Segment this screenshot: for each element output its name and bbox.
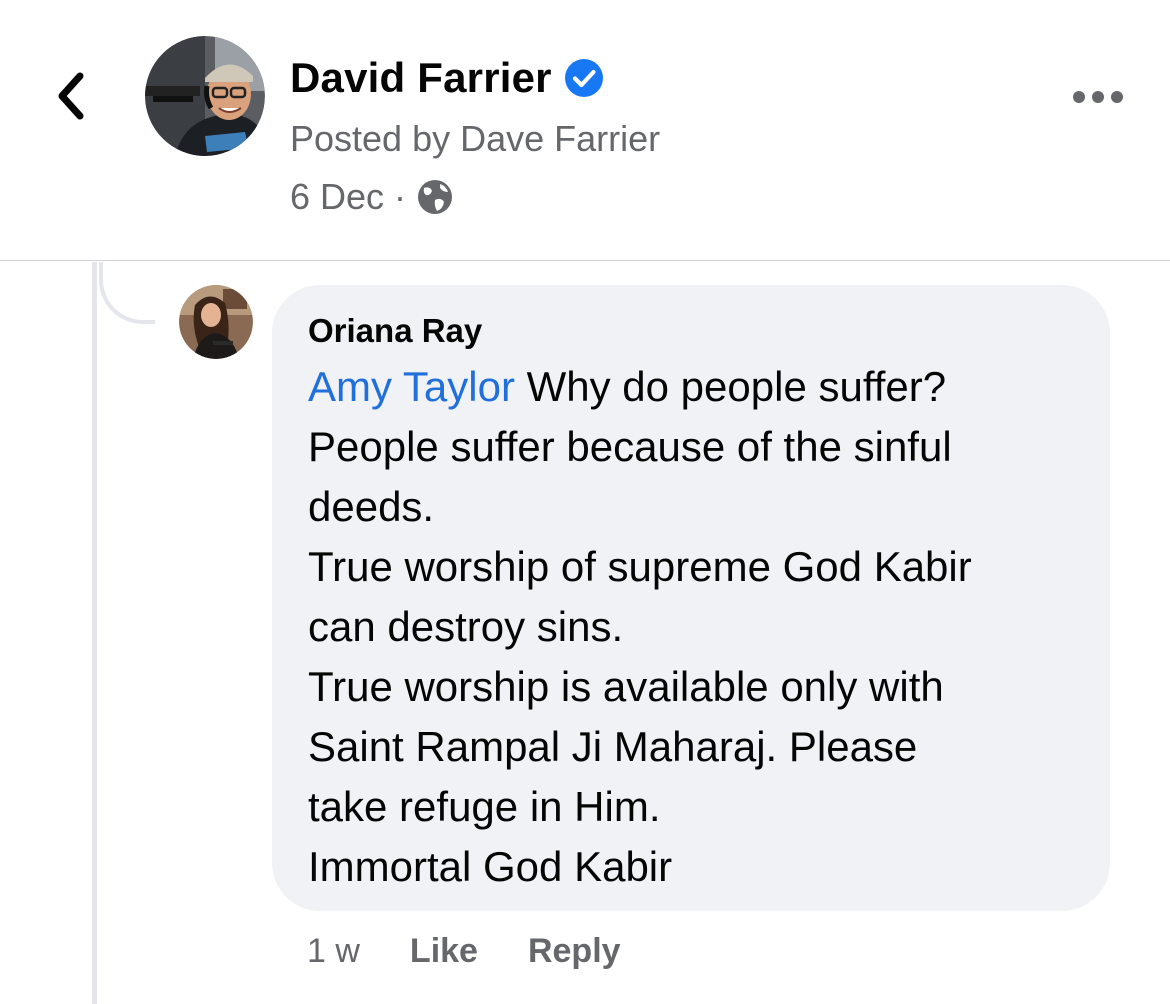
comment-text: take refuge in Him. bbox=[308, 783, 661, 830]
comment-bubble[interactable]: Oriana Ray Amy Taylor Why do people suff… bbox=[272, 285, 1110, 911]
comment-text: can destroy sins. bbox=[308, 603, 624, 650]
comment-text: deeds. bbox=[308, 483, 435, 530]
like-button[interactable]: Like bbox=[410, 932, 478, 971]
chevron-left-icon bbox=[58, 72, 84, 120]
comment-text: True worship is available only with bbox=[308, 663, 944, 710]
meta-separator: · bbox=[394, 176, 407, 217]
verified-badge-icon bbox=[564, 59, 603, 97]
posted-by-text: Posted by Dave Farrier bbox=[290, 118, 661, 159]
more-horizontal-icon bbox=[1073, 91, 1123, 103]
comment-text: True worship of supreme God Kabir bbox=[308, 543, 972, 590]
header-divider bbox=[0, 260, 1170, 261]
comment-text: Saint Rampal Ji Maharaj. Please bbox=[308, 723, 918, 770]
commenter-name[interactable]: Oriana Ray bbox=[308, 311, 1080, 351]
mention-link[interactable]: Amy Taylor bbox=[308, 363, 515, 410]
commenter-avatar-image bbox=[179, 285, 253, 359]
comment-actions: 1 w Like Reply bbox=[307, 926, 621, 976]
back-button[interactable] bbox=[46, 66, 96, 126]
post-comment-view: David Farrier Posted by Dave Farrier 6 D… bbox=[0, 0, 1170, 1004]
author-avatar-image bbox=[145, 36, 265, 156]
comment-text: Why do people suffer? bbox=[514, 363, 947, 410]
thread-connector bbox=[99, 262, 155, 324]
more-options-button[interactable] bbox=[1068, 80, 1128, 114]
post-date[interactable]: 6 Dec bbox=[290, 176, 384, 218]
comment-time[interactable]: 1 w bbox=[307, 932, 360, 971]
author-name-row: David Farrier bbox=[290, 50, 604, 106]
globe-icon[interactable] bbox=[416, 178, 454, 216]
comment-line-1: Amy Taylor Why do people suffer? bbox=[308, 357, 1080, 417]
thread-line bbox=[92, 262, 97, 1004]
post-meta: 6 Dec · bbox=[290, 172, 454, 222]
author-avatar[interactable] bbox=[145, 36, 265, 156]
author-name[interactable]: David Farrier bbox=[290, 54, 552, 102]
comment-text: People suffer because of the sinful bbox=[308, 423, 952, 470]
commenter-avatar[interactable] bbox=[179, 285, 253, 359]
reply-button[interactable]: Reply bbox=[528, 932, 621, 971]
comment-text: Immortal God Kabir bbox=[308, 843, 673, 890]
